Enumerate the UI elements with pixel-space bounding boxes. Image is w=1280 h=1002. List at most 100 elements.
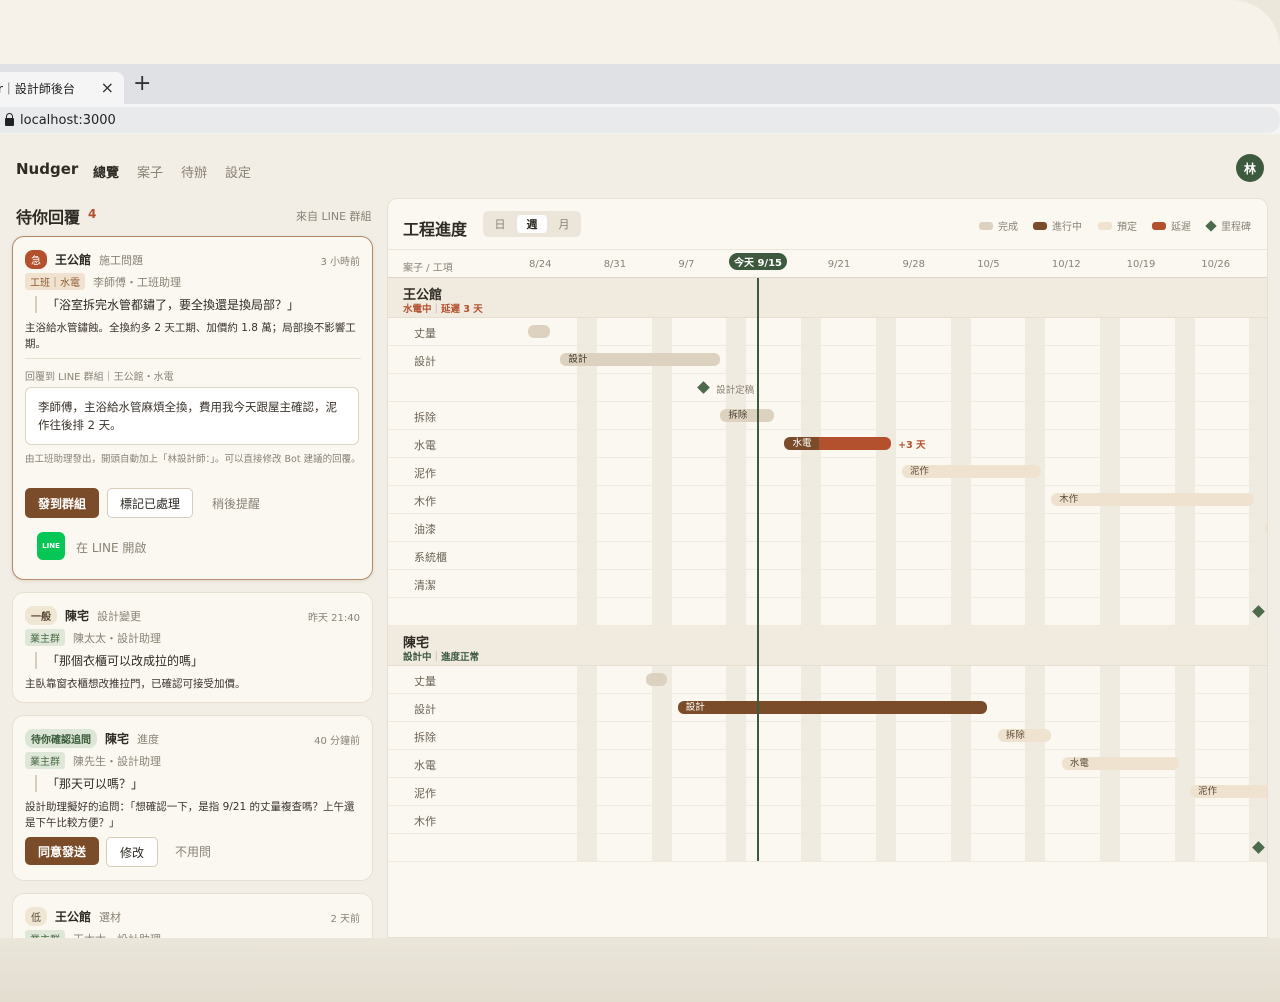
mark-done-button[interactable]: 標記已處理 (107, 488, 193, 518)
address-field[interactable]: localhost:3000 (0, 107, 1280, 133)
task-label: 系統櫃 (414, 551, 447, 564)
task-label: 丈量 (414, 675, 436, 688)
window-frame-bottom (0, 938, 1280, 1002)
nav-item-settings[interactable]: 設定 (225, 162, 251, 181)
remind-later-button[interactable]: 稍後提醒 (203, 488, 269, 518)
nav-item-projects[interactable]: 案子 (137, 162, 163, 181)
card-sender: 陳先生・設計助理 (73, 754, 161, 768)
task-row: 拆除 拆除 (388, 402, 1267, 430)
project-phase: 設計中 (403, 652, 432, 663)
inbox-card-urgent[interactable]: 急 王公館 施工問題 3 小時前 工班｜水電 李師傅・工班助理 「浴室拆完水管都… (12, 236, 373, 580)
task-row: 丈量 (388, 318, 1267, 346)
task-row: 設計 設計 (388, 694, 1267, 722)
browser-tab[interactable]: r｜設計師後台 × (0, 72, 124, 104)
card-time: 昨天 21:40 (308, 613, 360, 624)
send-to-group-button[interactable]: 發到群組 (25, 488, 99, 518)
brand-logo[interactable]: Nudger (16, 160, 78, 178)
task-row: 水電 水電 +3 天 (388, 430, 1267, 458)
reply-textarea[interactable]: 李師傅，主浴給水管麻煩全換，費用我今天跟屋主確認，泥作往後排 2 天。 (25, 387, 359, 445)
inbox-title: 待你回覆 (16, 208, 81, 227)
task-bar[interactable]: 泥作 (901, 465, 1041, 478)
task-bar[interactable]: 拆除 (997, 729, 1052, 742)
task-label: 設計 (414, 355, 436, 368)
today-line (757, 278, 759, 861)
view-week-tab[interactable]: 週 (517, 215, 547, 233)
lock-icon (5, 113, 14, 126)
gantt-panel: 工程進度 日 週 月 完成 進行中 預定 延遲 里程碑 案子 / 工項 8/24… (387, 198, 1268, 938)
card-summary: 設計助理擬好的追問：「想確認一下，是指 9/21 的丈量複查嗎？上午還是下午比較… (25, 801, 355, 829)
gantt-column-header: 案子 / 工項 (403, 263, 453, 274)
project-phase: 水電中 (403, 304, 432, 315)
nav-item-todos[interactable]: 待辦 (181, 162, 207, 181)
view-month-tab[interactable]: 月 (549, 215, 579, 233)
priority-badge: 急 (25, 250, 47, 269)
task-bar[interactable]: 設計 (560, 353, 721, 366)
task-bar[interactable]: 木作 (1051, 493, 1254, 506)
new-tab-plus-icon[interactable]: + (133, 73, 151, 95)
legend-swatch (979, 221, 993, 230)
task-bar[interactable]: 泥作 (1189, 785, 1267, 798)
task-label: 泥作 (414, 467, 436, 480)
open-in-line-link[interactable]: 在 LINE 開啟 (76, 539, 146, 556)
task-label: 油漆 (414, 523, 436, 536)
task-row: 系統櫃系統櫃 (388, 542, 1267, 570)
priority-badge: 待你確認追問 (25, 729, 97, 748)
milestone-diamond-icon[interactable] (1252, 841, 1265, 854)
card-time: 40 分鐘前 (314, 736, 360, 747)
edit-button[interactable]: 修改 (106, 837, 158, 867)
project-status: 設計中｜進度正常 (403, 649, 479, 663)
project-group-header[interactable]: 陳宅 設計中｜進度正常 (388, 626, 1267, 666)
project-schedule-status: 延遲 3 天 (441, 304, 483, 315)
gantt-body: 王公館 水電中｜延遲 3 天丈量 設計 設計 設計定稿 拆除 拆除 水電 水電 +3 天泥作 泥作木… (388, 278, 1267, 937)
week-label: 8/31 (603, 259, 627, 270)
task-bar[interactable] (645, 673, 668, 686)
status-separator: ｜ (431, 304, 442, 315)
address-url: localhost:3000 (20, 112, 116, 128)
milestone-label: 設計定稿 (716, 385, 755, 396)
task-row: 拆除 拆除 (388, 722, 1267, 750)
card-quote: 「那個衣櫃可以改成拉的嗎」 (35, 652, 203, 669)
week-label: 10/5 (977, 259, 1000, 270)
project-group-header[interactable]: 王公館 水電中｜延遲 3 天 (388, 278, 1267, 318)
week-label: 9/7 (678, 259, 695, 270)
skip-button[interactable]: 不用問 (167, 837, 219, 865)
window-frame-top (0, 0, 1280, 64)
view-day-tab[interactable]: 日 (485, 215, 515, 233)
inbox-source: 來自 LINE 群組 (296, 210, 372, 223)
task-bar[interactable]: 水電 (1061, 757, 1180, 770)
close-icon[interactable]: × (101, 78, 114, 97)
card-divider (25, 358, 361, 359)
task-row: 木作 木作 (388, 486, 1267, 514)
line-app-icon[interactable]: LINE (37, 532, 65, 560)
task-label: 拆除 (414, 731, 436, 744)
gantt-header: 案子 / 工項 8/24 8/31 9/7 9/21 9/28 10/5 10/12 10/1… (388, 249, 1267, 278)
nav-item-overview[interactable]: 總覽 (93, 162, 119, 181)
legend-label: 進行中 (1052, 222, 1082, 233)
task-bar[interactable]: 水電 (784, 437, 892, 450)
legend-label: 完成 (998, 222, 1018, 233)
week-label: 10/12 (1051, 259, 1081, 270)
agree-send-button[interactable]: 同意發送 (25, 837, 99, 865)
task-bar[interactable] (528, 325, 550, 338)
task-bar[interactable]: 油漆 (1264, 521, 1267, 534)
reply-target: 回覆到 LINE 群組｜王公館・水電 (25, 372, 174, 383)
week-label: 10/19 (1126, 259, 1156, 270)
task-bar[interactable]: 設計 (677, 701, 988, 714)
card-sender: 陳太太・設計助理 (73, 631, 161, 645)
milestone-diamond-icon (1205, 219, 1217, 232)
inbox-card-pending[interactable]: 待你確認追問 陳宅 進度 40 分鐘前 業主群 陳先生・設計助理 「那天可以嗎？… (12, 715, 373, 881)
legend-label: 里程碑 (1221, 222, 1251, 233)
delay-label: +3 天 (898, 440, 926, 451)
task-label: 水電 (414, 439, 436, 452)
inbox-card-normal[interactable]: 一般 陳宅 設計變更 昨天 21:40 業主群 陳太太・設計助理 「那個衣櫃可以… (12, 592, 373, 703)
milestone-diamond-icon[interactable] (697, 381, 710, 394)
project-status: 水電中｜延遲 3 天 (403, 301, 483, 315)
milestone-diamond-icon[interactable] (1252, 605, 1265, 618)
card-category: 施工問題 (99, 253, 144, 267)
card-quote: 「那天可以嗎？」 (35, 775, 143, 792)
task-bar[interactable]: 拆除 (720, 409, 774, 422)
avatar[interactable]: 林 (1236, 154, 1264, 182)
legend-active: 進行中 (1033, 218, 1082, 233)
card-project: 陳宅 (105, 732, 130, 746)
gantt-title: 工程進度 (403, 220, 468, 239)
